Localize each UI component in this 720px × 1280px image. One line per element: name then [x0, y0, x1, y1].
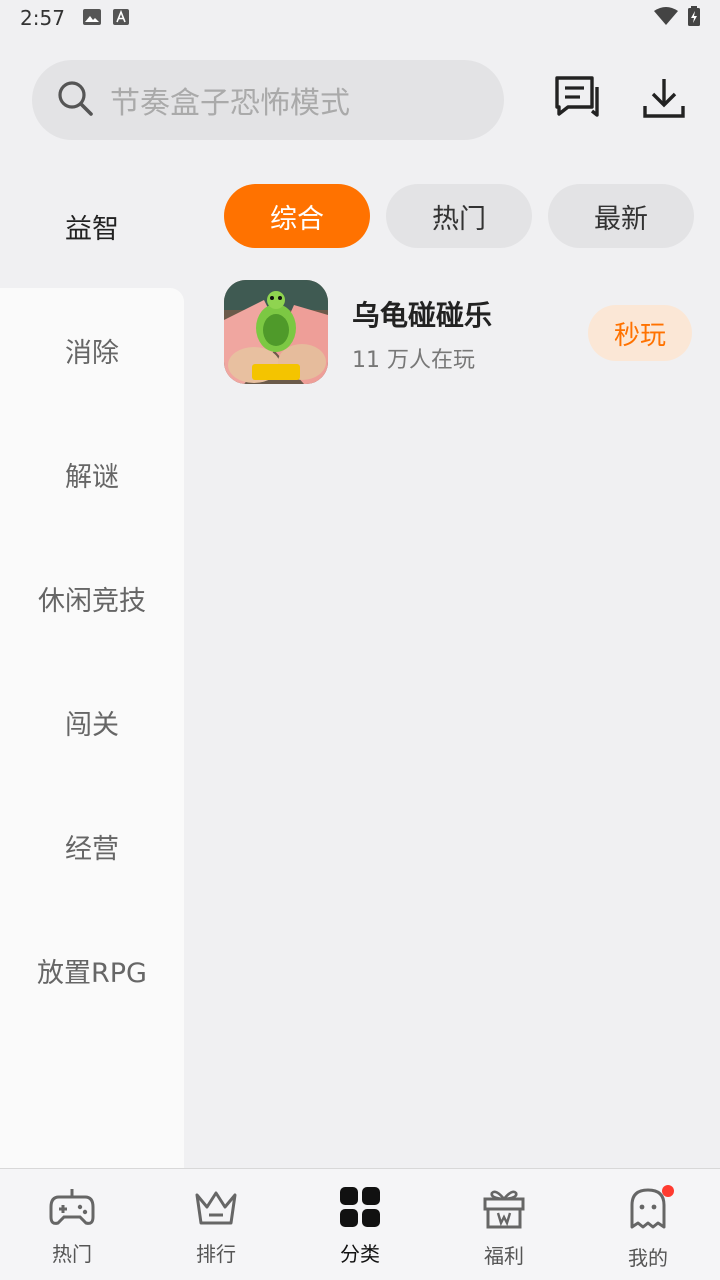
nav-welfare-label: 福利 — [484, 1244, 524, 1268]
image-notification-icon — [82, 6, 101, 30]
nav-ranking-label: 排行 — [196, 1242, 236, 1266]
nav-category[interactable]: 分类 — [288, 1169, 432, 1280]
notification-badge — [662, 1185, 674, 1197]
nav-hot-label: 热门 — [52, 1242, 92, 1266]
sidebar-item-riddle[interactable]: 解谜 — [0, 412, 184, 536]
search-input[interactable]: 节奏盒子恐怖模式 — [32, 60, 504, 140]
sidebar-item-casual-competitive[interactable]: 休闲竞技 — [0, 536, 184, 660]
tab-comprehensive[interactable]: 综合 — [224, 184, 370, 248]
category-grid-icon — [339, 1187, 381, 1232]
nav-hot[interactable]: 热门 — [0, 1169, 144, 1280]
sidebar-item-puzzle[interactable]: 益智 — [0, 164, 184, 288]
game-list-item[interactable]: 乌龟碰碰乐 11 万人在玩 秒玩 — [224, 280, 704, 386]
nav-mine[interactable]: 我的 — [576, 1169, 720, 1280]
game-title: 乌龟碰碰乐 — [352, 299, 493, 332]
nav-welfare[interactable]: 福利 — [432, 1169, 576, 1280]
messages-button[interactable] — [554, 76, 602, 124]
tab-popular[interactable]: 热门 — [386, 184, 532, 248]
bottom-navigation: 热门 排行 分类 福利 我的 — [0, 1168, 720, 1280]
nav-ranking[interactable]: 排行 — [144, 1169, 288, 1280]
category-sidebar: 益智 消除 解谜 休闲竞技 闯关 经营 放置RPG 更多 — [0, 160, 184, 1255]
gamepad-icon — [49, 1187, 95, 1232]
sidebar-item-management[interactable]: 经营 — [0, 784, 184, 908]
sidebar-item-eliminate[interactable]: 消除 — [0, 288, 184, 412]
search-placeholder: 节奏盒子恐怖模式 — [110, 86, 350, 121]
game-icon[interactable] — [224, 280, 328, 384]
sidebar-item-levels[interactable]: 闯关 — [0, 660, 184, 784]
crown-icon — [193, 1187, 239, 1232]
nav-mine-label: 我的 — [628, 1246, 668, 1270]
sidebar-item-idle-rpg[interactable]: 放置RPG — [0, 908, 184, 1032]
tab-newest[interactable]: 最新 — [548, 184, 694, 248]
status-bar: 2:57 — [0, 0, 720, 36]
download-button[interactable] — [640, 76, 688, 124]
sidebar-panel: 消除 解谜 休闲竞技 闯关 经营 放置RPG 更多 — [0, 288, 184, 1255]
game-player-count: 11 万人在玩 — [352, 348, 475, 373]
ghost-icon — [628, 1187, 668, 1236]
wifi-icon — [654, 6, 678, 30]
font-notification-icon — [112, 6, 129, 30]
instant-play-button[interactable]: 秒玩 — [588, 305, 692, 361]
chat-icon — [554, 75, 602, 125]
download-icon — [642, 76, 686, 124]
search-icon — [56, 79, 94, 121]
status-time: 2:57 — [20, 6, 65, 30]
nav-category-label: 分类 — [340, 1242, 380, 1266]
battery-icon — [688, 5, 700, 31]
gift-icon — [482, 1187, 526, 1234]
